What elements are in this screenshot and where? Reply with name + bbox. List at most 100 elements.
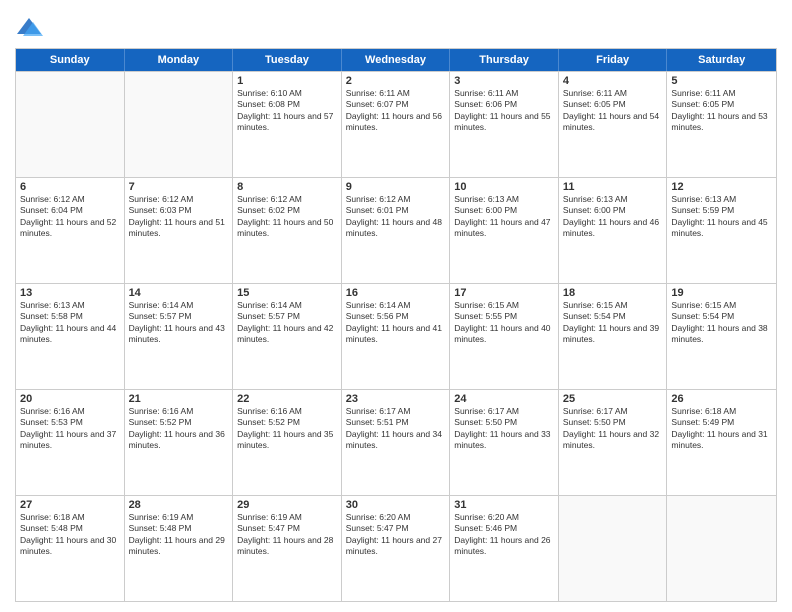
sunrise-text: Sunrise: 6:11 AM (346, 88, 446, 99)
sunrise-text: Sunrise: 6:20 AM (454, 512, 554, 523)
calendar-cell: 24Sunrise: 6:17 AMSunset: 5:50 PMDayligh… (450, 390, 559, 495)
day-number: 4 (563, 75, 663, 87)
sunset-text: Sunset: 5:51 PM (346, 417, 446, 428)
sunrise-text: Sunrise: 6:11 AM (671, 88, 772, 99)
sunrise-text: Sunrise: 6:13 AM (671, 194, 772, 205)
header-day-wednesday: Wednesday (342, 49, 451, 71)
daylight-text: Daylight: 11 hours and 50 minutes. (237, 217, 337, 240)
sunrise-text: Sunrise: 6:12 AM (346, 194, 446, 205)
day-number: 26 (671, 393, 772, 405)
sunset-text: Sunset: 5:57 PM (129, 311, 229, 322)
calendar-cell: 20Sunrise: 6:16 AMSunset: 5:53 PMDayligh… (16, 390, 125, 495)
calendar-row-4: 20Sunrise: 6:16 AMSunset: 5:53 PMDayligh… (16, 389, 776, 495)
sunset-text: Sunset: 5:52 PM (237, 417, 337, 428)
calendar-cell: 5Sunrise: 6:11 AMSunset: 6:05 PMDaylight… (667, 72, 776, 177)
daylight-text: Daylight: 11 hours and 28 minutes. (237, 535, 337, 558)
sunrise-text: Sunrise: 6:13 AM (454, 194, 554, 205)
header-day-friday: Friday (559, 49, 668, 71)
sunset-text: Sunset: 5:55 PM (454, 311, 554, 322)
calendar-cell (125, 72, 234, 177)
daylight-text: Daylight: 11 hours and 55 minutes. (454, 111, 554, 134)
sunset-text: Sunset: 6:05 PM (563, 99, 663, 110)
sunset-text: Sunset: 6:02 PM (237, 205, 337, 216)
daylight-text: Daylight: 11 hours and 45 minutes. (671, 217, 772, 240)
sunset-text: Sunset: 6:08 PM (237, 99, 337, 110)
sunrise-text: Sunrise: 6:19 AM (129, 512, 229, 523)
sunrise-text: Sunrise: 6:17 AM (346, 406, 446, 417)
day-number: 8 (237, 181, 337, 193)
sunrise-text: Sunrise: 6:19 AM (237, 512, 337, 523)
sunset-text: Sunset: 5:50 PM (454, 417, 554, 428)
sunrise-text: Sunrise: 6:13 AM (20, 300, 120, 311)
daylight-text: Daylight: 11 hours and 48 minutes. (346, 217, 446, 240)
sunrise-text: Sunrise: 6:11 AM (563, 88, 663, 99)
sunset-text: Sunset: 6:01 PM (346, 205, 446, 216)
header-day-saturday: Saturday (667, 49, 776, 71)
daylight-text: Daylight: 11 hours and 34 minutes. (346, 429, 446, 452)
sunset-text: Sunset: 5:59 PM (671, 205, 772, 216)
day-number: 10 (454, 181, 554, 193)
daylight-text: Daylight: 11 hours and 44 minutes. (20, 323, 120, 346)
day-number: 3 (454, 75, 554, 87)
calendar-cell: 23Sunrise: 6:17 AMSunset: 5:51 PMDayligh… (342, 390, 451, 495)
calendar-cell: 27Sunrise: 6:18 AMSunset: 5:48 PMDayligh… (16, 496, 125, 601)
calendar-cell: 22Sunrise: 6:16 AMSunset: 5:52 PMDayligh… (233, 390, 342, 495)
calendar: SundayMondayTuesdayWednesdayThursdayFrid… (15, 48, 777, 602)
sunrise-text: Sunrise: 6:12 AM (237, 194, 337, 205)
sunset-text: Sunset: 5:56 PM (346, 311, 446, 322)
page: SundayMondayTuesdayWednesdayThursdayFrid… (0, 0, 792, 612)
sunrise-text: Sunrise: 6:15 AM (454, 300, 554, 311)
daylight-text: Daylight: 11 hours and 54 minutes. (563, 111, 663, 134)
calendar-cell: 8Sunrise: 6:12 AMSunset: 6:02 PMDaylight… (233, 178, 342, 283)
day-number: 31 (454, 499, 554, 511)
calendar-cell: 21Sunrise: 6:16 AMSunset: 5:52 PMDayligh… (125, 390, 234, 495)
calendar-row-5: 27Sunrise: 6:18 AMSunset: 5:48 PMDayligh… (16, 495, 776, 601)
day-number: 15 (237, 287, 337, 299)
day-number: 14 (129, 287, 229, 299)
calendar-cell (559, 496, 668, 601)
calendar-cell: 1Sunrise: 6:10 AMSunset: 6:08 PMDaylight… (233, 72, 342, 177)
daylight-text: Daylight: 11 hours and 26 minutes. (454, 535, 554, 558)
calendar-body: 1Sunrise: 6:10 AMSunset: 6:08 PMDaylight… (16, 71, 776, 601)
sunrise-text: Sunrise: 6:17 AM (454, 406, 554, 417)
sunrise-text: Sunrise: 6:17 AM (563, 406, 663, 417)
calendar-cell: 17Sunrise: 6:15 AMSunset: 5:55 PMDayligh… (450, 284, 559, 389)
day-number: 5 (671, 75, 772, 87)
calendar-cell: 11Sunrise: 6:13 AMSunset: 6:00 PMDayligh… (559, 178, 668, 283)
calendar-cell: 7Sunrise: 6:12 AMSunset: 6:03 PMDaylight… (125, 178, 234, 283)
sunset-text: Sunset: 6:00 PM (454, 205, 554, 216)
daylight-text: Daylight: 11 hours and 43 minutes. (129, 323, 229, 346)
calendar-cell: 15Sunrise: 6:14 AMSunset: 5:57 PMDayligh… (233, 284, 342, 389)
sunrise-text: Sunrise: 6:16 AM (129, 406, 229, 417)
day-number: 9 (346, 181, 446, 193)
calendar-cell: 3Sunrise: 6:11 AMSunset: 6:06 PMDaylight… (450, 72, 559, 177)
day-number: 16 (346, 287, 446, 299)
sunrise-text: Sunrise: 6:15 AM (563, 300, 663, 311)
day-number: 7 (129, 181, 229, 193)
calendar-cell: 2Sunrise: 6:11 AMSunset: 6:07 PMDaylight… (342, 72, 451, 177)
calendar-cell: 6Sunrise: 6:12 AMSunset: 6:04 PMDaylight… (16, 178, 125, 283)
daylight-text: Daylight: 11 hours and 51 minutes. (129, 217, 229, 240)
daylight-text: Daylight: 11 hours and 30 minutes. (20, 535, 120, 558)
day-number: 1 (237, 75, 337, 87)
sunrise-text: Sunrise: 6:14 AM (129, 300, 229, 311)
day-number: 18 (563, 287, 663, 299)
day-number: 13 (20, 287, 120, 299)
daylight-text: Daylight: 11 hours and 42 minutes. (237, 323, 337, 346)
daylight-text: Daylight: 11 hours and 35 minutes. (237, 429, 337, 452)
sunset-text: Sunset: 5:53 PM (20, 417, 120, 428)
day-number: 11 (563, 181, 663, 193)
sunset-text: Sunset: 6:04 PM (20, 205, 120, 216)
sunset-text: Sunset: 6:07 PM (346, 99, 446, 110)
daylight-text: Daylight: 11 hours and 36 minutes. (129, 429, 229, 452)
logo (15, 14, 47, 42)
calendar-cell (16, 72, 125, 177)
sunrise-text: Sunrise: 6:16 AM (20, 406, 120, 417)
logo-icon (15, 14, 43, 42)
day-number: 22 (237, 393, 337, 405)
day-number: 6 (20, 181, 120, 193)
day-number: 30 (346, 499, 446, 511)
calendar-row-1: 1Sunrise: 6:10 AMSunset: 6:08 PMDaylight… (16, 71, 776, 177)
sunset-text: Sunset: 5:49 PM (671, 417, 772, 428)
daylight-text: Daylight: 11 hours and 41 minutes. (346, 323, 446, 346)
